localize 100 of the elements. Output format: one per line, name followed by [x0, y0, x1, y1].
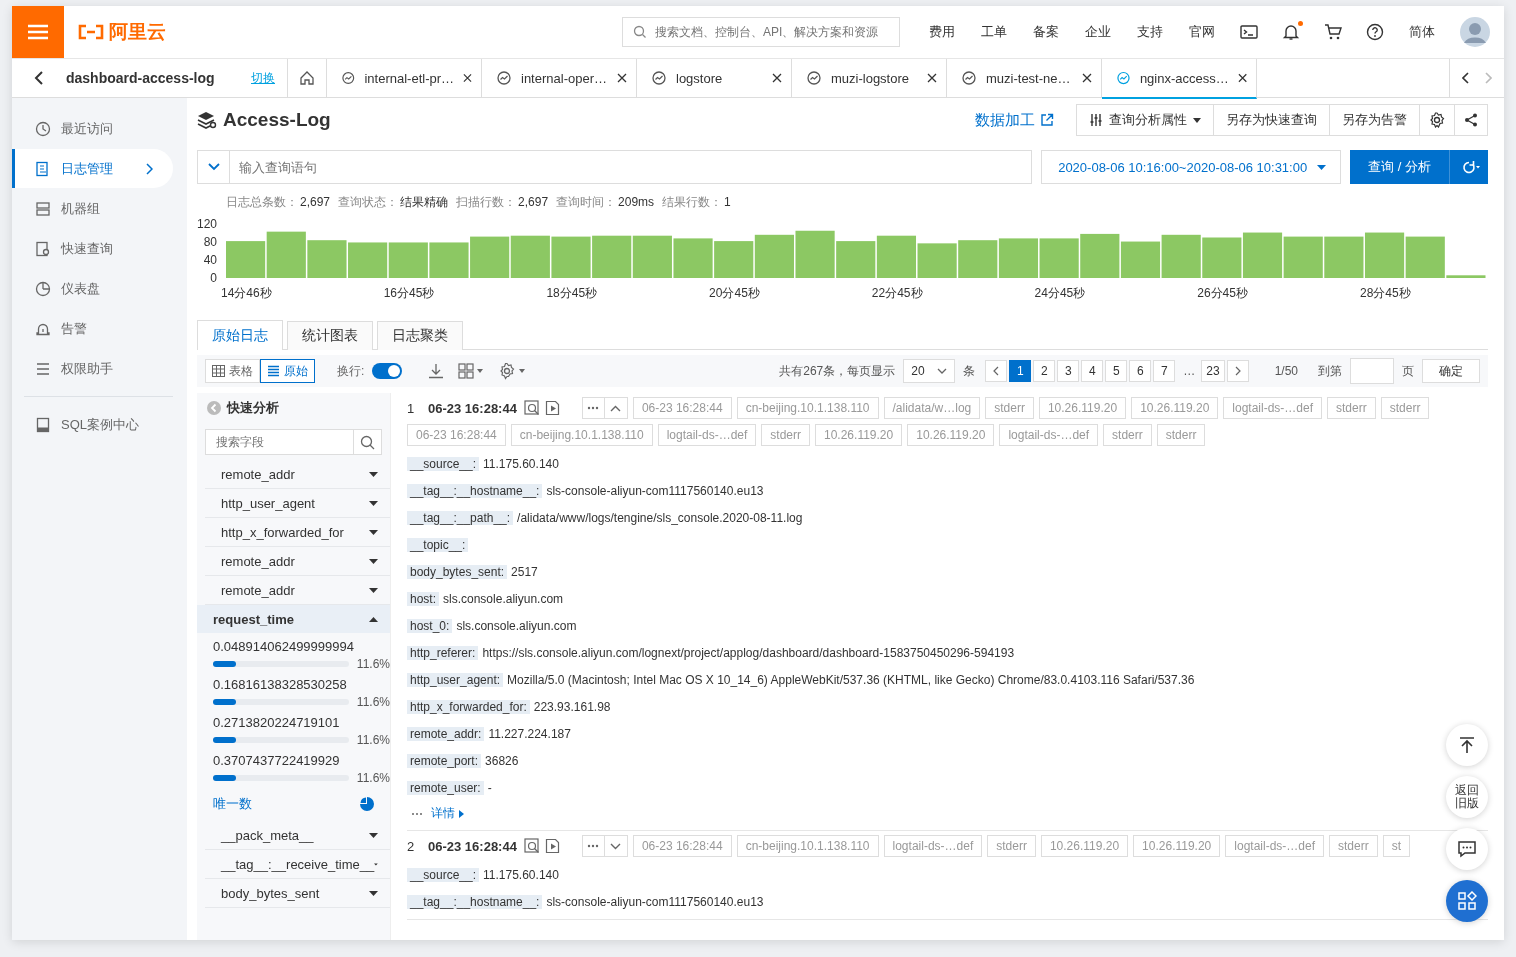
nav-link[interactable]: 备案 [1033, 23, 1059, 41]
old-version-button[interactable]: 返回旧版 [1446, 776, 1488, 818]
help-icon[interactable] [1366, 23, 1384, 41]
search-field[interactable]: 搜索文档、控制台、API、解决方案和资源 [622, 17, 900, 47]
tag-chip[interactable]: stderr [1103, 424, 1152, 446]
tag-chip[interactable]: cn-beijing.10.1.138.110 [736, 835, 879, 857]
chart-bar[interactable] [266, 231, 306, 278]
chart-bar[interactable] [470, 236, 510, 278]
sidebar-item[interactable]: SQL案例中心 [12, 405, 173, 444]
home-icon[interactable] [299, 70, 315, 86]
tag-chip[interactable]: stderr [761, 424, 810, 446]
page-button[interactable]: 5 [1105, 360, 1128, 382]
chart-bar[interactable] [1161, 234, 1201, 278]
back-to-top-button[interactable] [1446, 724, 1488, 766]
chart-bar[interactable] [1039, 238, 1079, 278]
back-icon[interactable] [34, 70, 44, 86]
distinct-count-link[interactable]: 唯一数 [213, 795, 252, 813]
logstore-tab[interactable]: internal-oper… [482, 59, 637, 97]
page-button[interactable]: 23 [1201, 360, 1225, 382]
tag-chip[interactable]: stderr [985, 397, 1034, 419]
nav-link[interactable]: 企业 [1085, 23, 1111, 41]
tag-chip[interactable]: 10.26.119.20 [1131, 397, 1219, 419]
page-button[interactable]: 6 [1129, 360, 1152, 382]
close-icon[interactable] [927, 73, 937, 83]
tag-chip[interactable]: 10.26.119.20 [1040, 835, 1129, 857]
tag-chip[interactable]: logtail-ds-…def [1225, 835, 1324, 857]
avatar[interactable] [1460, 17, 1490, 47]
grid-icon[interactable] [458, 363, 485, 379]
tag-chip[interactable]: cn-beijing.10.1.138.110 [736, 397, 879, 419]
page-button[interactable]: 3 [1057, 360, 1080, 382]
settings-icon[interactable] [498, 362, 527, 380]
sidebar-item[interactable]: 告警 [12, 309, 173, 348]
data-processing-link[interactable]: 数据加工 [975, 110, 1054, 130]
query-field[interactable]: 输入查询语句 [230, 150, 1033, 184]
chart-bar[interactable] [1080, 233, 1120, 278]
close-icon[interactable] [463, 73, 472, 83]
chart-bar[interactable] [632, 235, 672, 278]
chevron-left-icon[interactable] [1462, 72, 1470, 84]
chart-bar[interactable] [876, 235, 916, 278]
tag-chip[interactable]: 06-23 16:28:44 [407, 424, 506, 446]
page-button[interactable]: 7 [1153, 360, 1176, 382]
feedback-button[interactable] [1446, 828, 1488, 870]
terminal-icon[interactable] [1240, 24, 1258, 40]
chart-bar[interactable] [917, 243, 957, 278]
chart-bar[interactable] [1324, 236, 1364, 278]
sidebar-item[interactable]: 最近访问 [12, 109, 173, 148]
cart-icon[interactable] [1324, 23, 1342, 41]
field-item[interactable]: remote_addr [205, 547, 390, 576]
wrap-switch[interactable] [372, 363, 403, 379]
field-search[interactable]: 搜索字段 [205, 429, 354, 455]
play-icon[interactable] [544, 400, 561, 416]
tag-chip[interactable]: 10.26.119.20 [815, 424, 903, 446]
close-icon[interactable] [617, 73, 627, 83]
page-button[interactable]: 4 [1081, 360, 1104, 382]
chart-bar[interactable] [510, 235, 550, 278]
nav-link[interactable]: 支持 [1137, 23, 1163, 41]
menu-button[interactable] [12, 6, 64, 58]
tag-chip[interactable]: 06-23 16:28:44 [632, 835, 732, 857]
view-toggle[interactable]: 原始 [260, 359, 315, 383]
sidebar-item[interactable]: 仪表盘 [12, 269, 173, 308]
chart-bar[interactable] [1120, 241, 1161, 278]
page-button[interactable]: 1 [1009, 360, 1032, 382]
close-icon[interactable] [1237, 73, 1247, 83]
result-tab[interactable]: 日志聚类 [377, 321, 463, 350]
field-item[interactable]: remote_addr [205, 460, 390, 489]
history-dropdown-button[interactable] [197, 150, 230, 184]
tag-chip[interactable]: 10.26.119.20 [1038, 397, 1127, 419]
logstore-tab[interactable]: muzi-test-ne… [947, 59, 1102, 97]
page-size-select[interactable]: 20 [903, 359, 956, 383]
logstore-tab[interactable]: internal-etl-pr… [327, 59, 482, 97]
tag-chip[interactable]: 10.26.119.20 [907, 424, 995, 446]
download-icon[interactable] [428, 363, 445, 379]
nav-link[interactable]: 费用 [929, 23, 955, 41]
chart-bar[interactable] [754, 234, 794, 278]
chart-bar[interactable] [795, 230, 835, 278]
result-tab[interactable]: 统计图表 [287, 321, 373, 350]
field-item[interactable]: __pack_meta__ [205, 821, 390, 850]
tag-chip[interactable]: stderr [987, 835, 1036, 857]
tag-chip[interactable]: /alidata/w…log [883, 397, 981, 419]
apps-button[interactable] [1446, 880, 1488, 922]
tag-chip[interactable]: cn-beijing.10.1.138.110 [510, 424, 653, 446]
field-item[interactable]: http_x_forwarded_for [205, 518, 390, 547]
chart-bar[interactable] [551, 236, 591, 278]
nav-link[interactable]: 工单 [981, 23, 1007, 41]
sidebar-item[interactable]: 日志管理 [12, 149, 173, 188]
logstore-tab[interactable]: muzi-logstore [792, 59, 947, 97]
chart-bar[interactable] [592, 235, 632, 278]
chart-bar[interactable] [1446, 275, 1486, 278]
tag-chip[interactable]: logtail-ds-…def [883, 835, 983, 857]
language-link[interactable]: 简体 [1409, 23, 1435, 41]
confirm-button[interactable]: 确定 [1422, 359, 1480, 383]
chart-bar[interactable] [388, 242, 428, 278]
bell-icon[interactable] [1282, 23, 1300, 41]
chart-bar[interactable] [714, 241, 754, 278]
tag-chip[interactable]: st [1382, 835, 1411, 857]
view-toggle[interactable]: 表格 [205, 359, 260, 383]
tag-chip[interactable]: 06-23 16:28:44 [632, 397, 732, 419]
page-input[interactable] [1350, 358, 1394, 384]
field-item[interactable]: body_bytes_sent [205, 879, 390, 908]
next-page-button[interactable] [1226, 360, 1249, 382]
